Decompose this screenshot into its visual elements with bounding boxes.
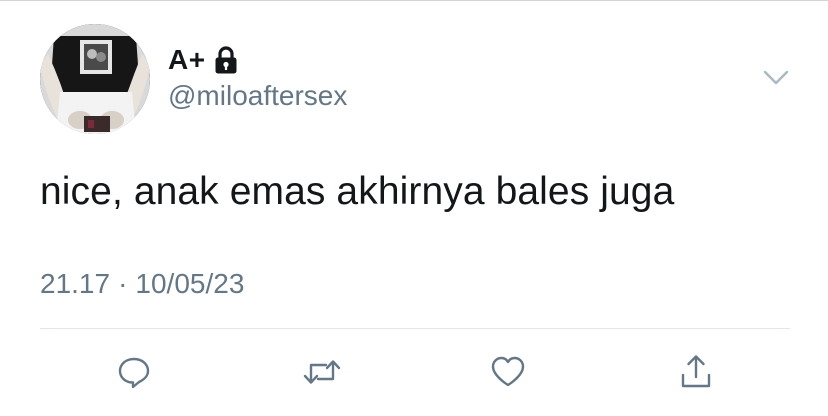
- tweet-text: nice, anak emas akhirnya bales juga: [40, 170, 675, 213]
- display-name[interactable]: A+: [168, 44, 206, 76]
- like-button[interactable]: [488, 352, 528, 392]
- tweet-time: 21.17: [40, 268, 111, 299]
- avatar-image: [40, 24, 150, 134]
- actions-divider: [40, 328, 790, 329]
- user-handle[interactable]: @miloaftersex: [168, 80, 347, 112]
- reply-button[interactable]: [114, 352, 154, 392]
- heart-icon: [491, 356, 525, 387]
- display-name-row[interactable]: A+: [168, 40, 238, 80]
- retweet-button[interactable]: [302, 352, 342, 392]
- tweet-date: 10/05/23: [135, 268, 245, 299]
- tweet-timestamp[interactable]: 21.17 · 10/05/23: [40, 268, 244, 300]
- share-button[interactable]: [676, 352, 716, 392]
- share-arrow-up-icon: [681, 355, 711, 388]
- avatar[interactable]: [40, 24, 150, 134]
- retweet-arrows-icon: [303, 360, 341, 384]
- top-divider: [0, 0, 828, 1]
- speech-bubble-icon: [118, 357, 150, 389]
- meta-separator: ·: [118, 268, 128, 299]
- lock-icon: [214, 45, 238, 75]
- chevron-down-icon[interactable]: [762, 68, 790, 88]
- tweet-card: A+ @miloaftersex nice, anak emas akhirny…: [0, 0, 828, 416]
